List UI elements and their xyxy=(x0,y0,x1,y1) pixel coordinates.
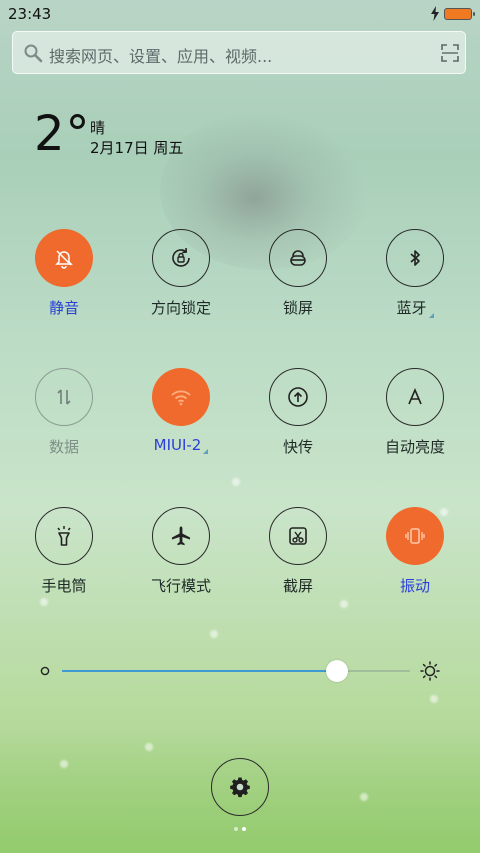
bell-mute-toggle-button[interactable] xyxy=(35,229,93,287)
gear-icon xyxy=(230,777,250,798)
wifi-toggle-button[interactable] xyxy=(152,368,210,426)
data-icon xyxy=(53,386,75,408)
quick-share-icon xyxy=(286,385,310,409)
settings-button[interactable] xyxy=(211,758,269,816)
screenshot-toggle-button[interactable] xyxy=(269,507,327,565)
airplane-icon xyxy=(169,524,193,548)
airplane-toggle-button[interactable] xyxy=(152,507,210,565)
data-toggle-button[interactable] xyxy=(35,368,93,426)
quick-share-toggle-button[interactable] xyxy=(269,368,327,426)
sun-icon xyxy=(420,661,440,681)
toggle-label: 截屏 xyxy=(243,575,353,596)
toggle-airplane[interactable]: 飞行模式 xyxy=(126,507,236,627)
toggle-label: 快传 xyxy=(243,436,353,457)
search-input[interactable]: 搜索网页、设置、应用、视频... xyxy=(12,31,466,74)
weather-temperature[interactable]: 2° xyxy=(34,106,91,162)
page-dot-active xyxy=(242,827,246,831)
toggle-label: 振动 xyxy=(360,575,470,596)
rotation-lock-icon xyxy=(169,246,193,270)
toggle-label: MIUI-2 xyxy=(126,436,236,454)
more-indicator-icon xyxy=(428,313,434,318)
toggle-label-text: 自动亮度 xyxy=(384,438,445,456)
page-dot xyxy=(234,827,238,831)
screenshot-icon xyxy=(286,524,310,548)
scan-icon[interactable] xyxy=(441,44,459,62)
wallpaper-sparkle xyxy=(210,630,218,638)
search-icon xyxy=(24,44,43,63)
toggle-rotation-lock[interactable]: 方向锁定 xyxy=(126,229,236,349)
weather-condition: 晴 xyxy=(90,119,106,137)
status-time: 23:43 xyxy=(8,5,52,23)
status-bar: 23:43 xyxy=(0,0,480,28)
toggle-label-text: 截屏 xyxy=(282,577,313,595)
wallpaper-sparkle xyxy=(60,760,68,768)
toggle-label-text: 手电筒 xyxy=(41,577,87,595)
more-indicator-icon xyxy=(203,449,209,454)
bluetooth-toggle-button[interactable] xyxy=(386,229,444,287)
weather-date: 2月17日 周五 xyxy=(90,139,184,157)
toggle-label: 手电筒 xyxy=(9,575,119,596)
toggle-label-text: 蓝牙 xyxy=(396,299,427,317)
toggle-label-text: 快传 xyxy=(282,438,313,456)
brightness-fill xyxy=(62,670,337,672)
lock-toggle-button[interactable] xyxy=(269,229,327,287)
toggle-screenshot[interactable]: 截屏 xyxy=(243,507,353,627)
toggle-flashlight[interactable]: 手电筒 xyxy=(9,507,119,627)
brightness-slider[interactable] xyxy=(40,655,440,687)
toggle-label-text: 振动 xyxy=(399,577,430,595)
wifi-icon xyxy=(169,385,193,409)
wallpaper-sparkle xyxy=(430,695,438,703)
toggle-wifi[interactable]: MIUI-2 xyxy=(126,368,236,488)
toggle-label: 飞行模式 xyxy=(126,575,236,596)
rotation-lock-toggle-button[interactable] xyxy=(152,229,210,287)
toggle-auto-brightness[interactable]: 自动亮度 xyxy=(360,368,470,488)
toggle-label: 数据 xyxy=(9,436,119,457)
toggle-label-text: 飞行模式 xyxy=(150,577,211,595)
toggle-vibrate[interactable]: 振动 xyxy=(360,507,470,627)
vibrate-toggle-button[interactable] xyxy=(386,507,444,565)
toggle-label-text: 锁屏 xyxy=(282,299,313,317)
auto-brightness-icon xyxy=(404,386,426,408)
search-placeholder: 搜索网页、设置、应用、视频... xyxy=(49,47,273,66)
toggle-label-text: MIUI-2 xyxy=(153,436,202,454)
bluetooth-icon xyxy=(404,247,426,269)
page-indicator xyxy=(232,827,250,833)
toggle-label: 锁屏 xyxy=(243,297,353,318)
toggle-label: 蓝牙 xyxy=(360,297,470,318)
toggle-bell-mute[interactable]: 静音 xyxy=(9,229,119,349)
flashlight-icon xyxy=(52,524,76,548)
toggle-lock[interactable]: 锁屏 xyxy=(243,229,353,349)
dim-icon xyxy=(40,666,50,676)
toggle-label: 静音 xyxy=(9,297,119,318)
toggle-label: 自动亮度 xyxy=(360,436,470,457)
bell-mute-icon xyxy=(53,247,75,269)
toggle-label: 方向锁定 xyxy=(126,297,236,318)
toggle-bluetooth[interactable]: 蓝牙 xyxy=(360,229,470,349)
battery-icon xyxy=(444,8,475,20)
toggle-data[interactable]: 数据 xyxy=(9,368,119,488)
vibrate-icon xyxy=(403,524,427,548)
toggle-label-text: 方向锁定 xyxy=(150,299,211,317)
brightness-thumb[interactable] xyxy=(325,660,348,682)
auto-brightness-toggle-button[interactable] xyxy=(386,368,444,426)
brightness-track[interactable] xyxy=(62,660,410,682)
toggle-quick-share[interactable]: 快传 xyxy=(243,368,353,488)
lock-icon xyxy=(287,247,309,269)
wallpaper-sparkle xyxy=(145,743,153,751)
toggle-label-text: 静音 xyxy=(48,299,79,317)
wallpaper-sparkle xyxy=(360,793,368,801)
flashlight-toggle-button[interactable] xyxy=(35,507,93,565)
bolt-icon xyxy=(431,6,439,21)
toggle-label-text: 数据 xyxy=(48,438,79,456)
